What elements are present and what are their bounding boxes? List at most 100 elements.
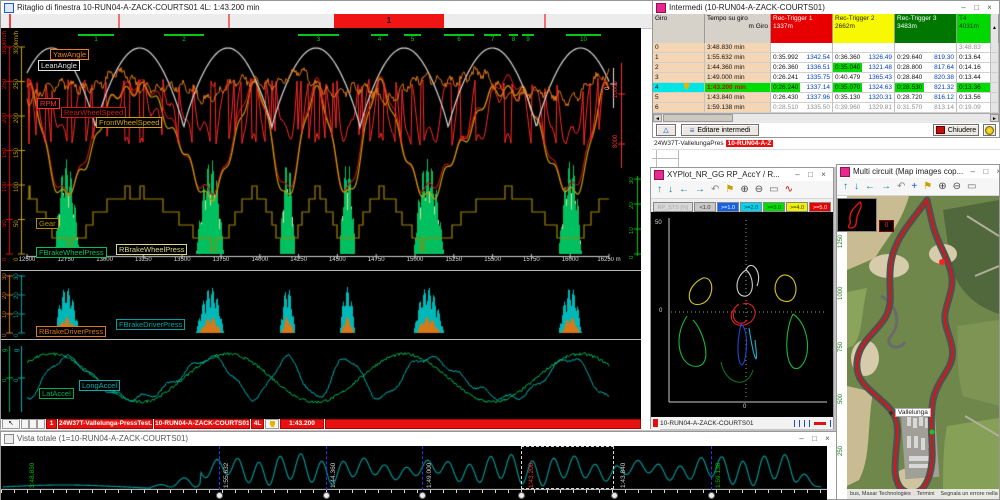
channel-label-LeanAngle[interactable]: LeanAngle xyxy=(38,60,80,71)
track-inset[interactable] xyxy=(837,198,877,232)
minimize-button[interactable]: – xyxy=(791,170,804,179)
cell-giro: 2 xyxy=(653,63,705,73)
maximize-button[interactable]: □ xyxy=(970,3,983,12)
press-axis-tick: 30 xyxy=(14,273,20,280)
col-trigger1-sub: 1337m xyxy=(773,23,830,31)
overview-plot[interactable]: 3:48.8301:55.6321:44.3601:49.0001:43.200… xyxy=(1,446,827,490)
hscroll-right[interactable]: ► xyxy=(990,114,999,122)
table-row[interactable]: 61:59.138 min0:28.5101335.500:39.9601329… xyxy=(653,103,991,113)
map-content[interactable]: 12501000750500250 xyxy=(837,196,999,499)
close-button[interactable]: × xyxy=(983,3,996,12)
edit-sectors-button[interactable]: ≡ Editare intermedi xyxy=(681,124,759,136)
undo-icon[interactable]: ↶ xyxy=(897,180,905,194)
cell-tempo: 1:59.138 min xyxy=(705,103,771,113)
attribution-report-link[interactable]: Segnala un errore nella mappa xyxy=(940,491,999,497)
zoom-in-icon[interactable]: ⊕ xyxy=(740,183,748,197)
attribution-terms-link[interactable]: Termini xyxy=(917,491,935,497)
channel-label-RBrakeDriverPress[interactable]: RBrakeDriverPress xyxy=(36,326,106,337)
close-button[interactable]: × xyxy=(821,434,834,443)
close-button[interactable]: × xyxy=(817,170,830,179)
table-row[interactable]: 21:44.360 min0:26.3601336.510:35.0401321… xyxy=(653,63,991,73)
overview-scrollbar[interactable] xyxy=(1,490,827,500)
hscroll-left[interactable]: ◄ xyxy=(653,114,662,122)
pointer-tool-button[interactable]: ↖ xyxy=(2,419,20,429)
table-row[interactable]: 41:43.200 min0:26.2401337.140:35.0701324… xyxy=(653,83,991,93)
pan-down-icon[interactable]: ↓ xyxy=(854,180,859,194)
channel-label-LongAccel[interactable]: LongAccel xyxy=(79,380,120,391)
table-row[interactable]: 51:43.840 min0:26.4301337.960:35.1301320… xyxy=(653,93,991,103)
table-row[interactable]: 31:49.000 min0:26.2411335.750:40.4791365… xyxy=(653,73,991,83)
strip-run[interactable]: 10-RUN04-A-ZACK-COURTS01 xyxy=(154,419,250,429)
maximize-button[interactable]: □ xyxy=(804,170,817,179)
minimize-button[interactable]: – xyxy=(966,167,979,176)
channel-label-Gear[interactable]: Gear xyxy=(36,218,59,229)
flag-icon[interactable]: ⚑ xyxy=(923,180,932,194)
lap-ruler-selected-lap[interactable]: 1 xyxy=(334,14,444,28)
table-scroll-up[interactable]: ▲ xyxy=(991,14,999,43)
strip-cell[interactable] xyxy=(29,419,37,429)
rect-select-icon[interactable]: ▭ xyxy=(967,180,976,194)
lap-marker-handle[interactable] xyxy=(708,492,715,499)
zoom-out-icon[interactable]: ⊖ xyxy=(755,183,763,197)
table-row[interactable]: 03:48.830 min3:48.83 xyxy=(653,43,991,53)
pan-left-icon[interactable]: ← xyxy=(865,180,875,194)
hscroll-thumb[interactable] xyxy=(663,114,733,122)
undo-icon[interactable]: ↶ xyxy=(711,183,719,197)
speed-rpm-panel[interactable]: 12345678910YawAngleLeanAngleRPMRearWheel… xyxy=(1,28,641,270)
channel-label-RPM[interactable]: RPM xyxy=(37,98,60,109)
strip-lap-count[interactable]: 4L xyxy=(251,419,264,429)
lap-marker-handle[interactable] xyxy=(216,492,223,499)
lap-marker-handle[interactable] xyxy=(611,492,618,499)
satellite-map[interactable] xyxy=(847,196,999,499)
maximize-button[interactable]: □ xyxy=(808,434,821,443)
table-row[interactable]: 11:55.632 min0:35.9921342.540:36.3601326… xyxy=(653,53,991,63)
close-button[interactable]: × xyxy=(992,167,999,176)
channel-label-YawAngle[interactable]: YawAngle xyxy=(50,49,89,60)
brake-press-panel[interactable]: RBrakeDriverPressFBrakeDriverPress001010… xyxy=(1,270,641,340)
lap-time-label: 1:43.200 xyxy=(528,463,535,488)
pan-down-icon[interactable]: ↓ xyxy=(668,183,673,197)
strip-best-time[interactable]: 1:43.200 xyxy=(280,419,324,429)
strip-cell[interactable] xyxy=(21,419,29,429)
channel-label-FrontWheelSpeed[interactable]: FrontWheelSpeed xyxy=(96,117,162,128)
help-button[interactable] xyxy=(983,124,996,136)
close-table-button[interactable]: Chiudere xyxy=(933,124,979,136)
strip-cell[interactable] xyxy=(37,419,45,429)
flag-icon[interactable]: ⚑ xyxy=(725,183,734,197)
cell-scroll xyxy=(991,83,999,93)
delta-button[interactable]: △ xyxy=(656,124,676,136)
channel-label-LatAccel[interactable]: LatAccel xyxy=(39,388,74,399)
pan-right-icon[interactable]: → xyxy=(881,180,891,194)
zoom-in-icon[interactable]: ⊕ xyxy=(938,180,946,194)
window-icon xyxy=(654,170,664,180)
maximize-button[interactable]: □ xyxy=(979,167,992,176)
curve-tool-icon[interactable]: ∿ xyxy=(785,183,793,197)
map-window: Multi circuit (Map images cop... – □ × ↑… xyxy=(836,164,1000,500)
pan-up-icon[interactable]: ↑ xyxy=(843,180,848,194)
strip-lap-number[interactable]: 1 xyxy=(46,419,57,429)
lap-marker-handle[interactable] xyxy=(419,492,426,499)
lap-ruler[interactable]: 1 xyxy=(1,14,660,29)
laptimes-hscrollbar[interactable]: ◄ ► xyxy=(653,113,999,123)
channel-label-RBrakeWheelPress[interactable]: RBrakeWheelPress xyxy=(116,244,187,255)
strip-session[interactable]: 24W37T-Vallelunga-PressTest.2 xyxy=(58,419,153,429)
minimize-button[interactable]: – xyxy=(957,3,970,12)
map-axis-tick: 1000 xyxy=(838,287,844,300)
lap-marker-handle[interactable] xyxy=(323,492,330,499)
pan-right-icon[interactable]: → xyxy=(695,183,705,197)
xyplot-toolbar: ↑ ↓ ← → ↶ ⚑ ⊕ ⊖ ▭ ∿ xyxy=(651,181,833,199)
channel-label-FBrakeWheelPress[interactable]: FBrakeWheelPress xyxy=(36,247,107,258)
accel-panel[interactable]: LatAccelLongAccel00gg xyxy=(1,339,641,418)
zoom-out-icon[interactable]: ⊖ xyxy=(953,180,961,194)
pan-up-icon[interactable]: ↑ xyxy=(657,183,662,197)
channel-label-FBrakeDriverPress[interactable]: FBrakeDriverPress xyxy=(116,319,185,330)
speed-axis-tick: 100 xyxy=(14,182,20,192)
rect-select-icon[interactable]: ▭ xyxy=(769,183,778,197)
lap-marker-handle[interactable] xyxy=(518,492,525,499)
legend-run[interactable]: 10-RUN04-A-Z xyxy=(726,140,774,147)
pan-left-icon[interactable]: ← xyxy=(679,183,689,197)
minimize-button[interactable]: – xyxy=(795,434,808,443)
crosshair-icon[interactable]: + xyxy=(911,180,917,194)
gg-plot[interactable]: 50 0 0 xyxy=(651,212,833,417)
pointer-icon: ↖ xyxy=(8,420,13,427)
